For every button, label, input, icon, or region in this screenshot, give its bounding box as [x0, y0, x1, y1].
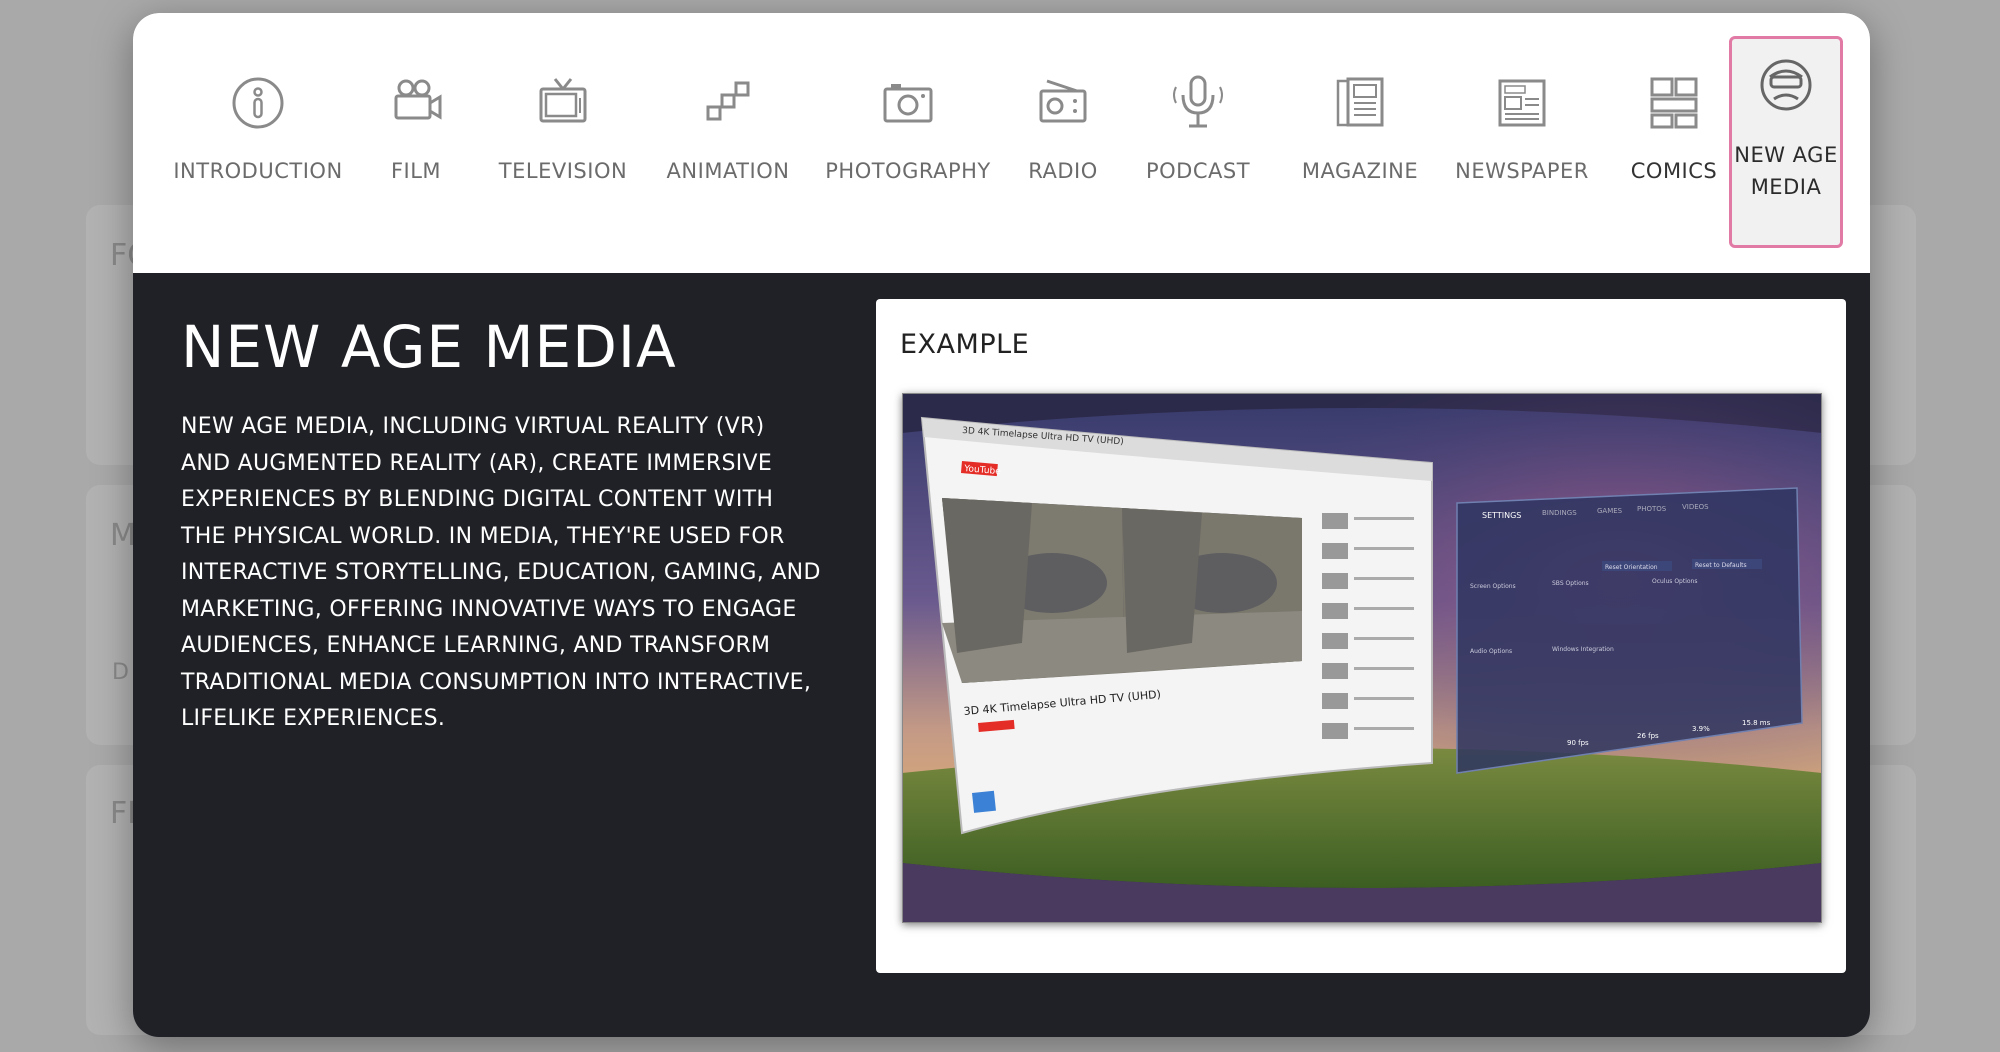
tab-label: TELEVISION: [498, 159, 628, 183]
tab-new-age-media[interactable]: NEW AGE MEDIA: [1729, 36, 1843, 248]
settings-tab-bindings: BINDINGS: [1542, 509, 1577, 517]
tab-label: FILM: [390, 159, 442, 183]
tab-comics[interactable]: COMICS: [1619, 13, 1729, 273]
tab-magazine[interactable]: MAGAZINE: [1295, 13, 1425, 273]
tab-label: ANIMATION: [666, 159, 790, 183]
photo-camera-icon: [883, 84, 933, 123]
film-camera-icon: [394, 79, 442, 120]
sbs-options-label: SBS Options: [1552, 580, 1589, 587]
magazine-icon: [1336, 77, 1384, 127]
settings-tab-settings: SETTINGS: [1482, 511, 1521, 520]
stat-ms: 15.8 ms: [1742, 719, 1771, 727]
media-modal: INTRODUCTION FILM TELEVISION ANIMATION P…: [133, 13, 1870, 1037]
settings-tab-photos: PHOTOS: [1637, 505, 1667, 513]
page-title: NEW AGE MEDIA: [181, 313, 677, 381]
tab-label: NEWSPAPER: [1455, 159, 1589, 183]
tab-label: INTRODUCTION: [173, 159, 343, 183]
tab-film[interactable]: FILM: [376, 13, 456, 273]
stat-fps-2: 26 fps: [1637, 732, 1659, 740]
animation-icon: [706, 81, 750, 121]
tab-label: MAGAZINE: [1301, 159, 1419, 183]
television-icon: [539, 78, 587, 123]
tab-label: COMICS: [1630, 159, 1718, 183]
settings-tab-videos: VIDEOS: [1682, 503, 1709, 511]
tab-label: RADIO: [1028, 159, 1098, 183]
tab-television[interactable]: TELEVISION: [493, 13, 633, 273]
tab-label: NEW AGE MEDIA: [1734, 143, 1838, 199]
audio-options-label: Audio Options: [1470, 648, 1512, 655]
example-vr-screenshot: 3D 4K Timelapse Ultra HD TV (UHD) YouTub…: [902, 393, 1822, 923]
content-text-panel: NEW AGE MEDIA NEW AGE MEDIA, INCLUDING V…: [181, 313, 821, 738]
description-text: NEW AGE MEDIA, INCLUDING VIRTUAL REALITY…: [181, 414, 821, 731]
windows-integration-label: Windows Integration: [1552, 646, 1614, 653]
tab-label: PHOTOGRAPHY: [825, 159, 991, 183]
example-card: EXAMPLE 3D 4K Timelapse Ultra HD TV (UHD…: [876, 299, 1846, 973]
info-icon: [232, 77, 284, 129]
tab-radio[interactable]: RADIO: [1018, 13, 1108, 273]
tab-introduction[interactable]: INTRODUCTION: [173, 13, 342, 273]
comics-icon: [1650, 77, 1698, 129]
stat-percent: 3.9%: [1692, 725, 1710, 733]
tab-label: PODCAST: [1145, 159, 1251, 183]
vr-headset-icon: [1760, 59, 1812, 111]
tab-newspaper[interactable]: NEWSPAPER: [1447, 13, 1597, 273]
microphone-icon: [1173, 75, 1223, 128]
tab-photography[interactable]: PHOTOGRAPHY: [823, 13, 993, 273]
media-tab-bar: INTRODUCTION FILM TELEVISION ANIMATION P…: [133, 13, 1870, 273]
background-heading-3: D: [112, 660, 129, 685]
radio-icon: [1039, 79, 1087, 123]
example-heading: EXAMPLE: [900, 329, 1030, 360]
vr-scene-illustration: 3D 4K Timelapse Ultra HD TV (UHD) YouTub…: [902, 393, 1822, 923]
oculus-options-label: Oculus Options: [1652, 578, 1697, 585]
settings-tab-games: GAMES: [1597, 507, 1623, 515]
newspaper-icon: [1498, 79, 1546, 127]
reset-orientation-label: Reset Orientation: [1605, 564, 1658, 571]
tab-animation[interactable]: ANIMATION: [658, 13, 798, 273]
screen-options-label: Screen Options: [1470, 583, 1516, 590]
background-heading-2: M: [110, 518, 136, 553]
stat-fps-1: 90 fps: [1567, 739, 1589, 747]
tab-podcast[interactable]: PODCAST: [1143, 13, 1253, 273]
reset-defaults-label: Reset to Defaults: [1695, 562, 1747, 569]
